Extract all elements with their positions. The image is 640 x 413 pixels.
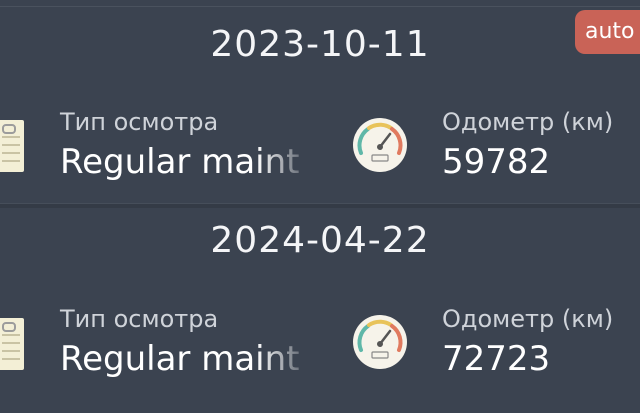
maintenance-record-card[interactable]: 2024-04-22 Тип осмотра Regular maint Одо…	[0, 200, 640, 400]
notepad-icon	[0, 318, 24, 370]
speedometer-icon	[353, 315, 407, 369]
auto-badge[interactable]: auto	[575, 10, 640, 54]
speedometer-icon	[353, 118, 407, 172]
inspection-type-value: Regular maint	[60, 142, 300, 182]
odometer-label: Одометр (км)	[442, 108, 614, 136]
odometer-value: 59782	[442, 142, 551, 182]
odometer-value: 72723	[442, 339, 551, 379]
odometer-label: Одометр (км)	[442, 305, 614, 333]
notepad-icon	[0, 120, 24, 172]
record-date: 2023-10-11	[210, 24, 430, 65]
maintenance-record-card[interactable]: 2023-10-11 Тип осмотра Regular maint Одо…	[0, 0, 640, 200]
record-date: 2024-04-22	[210, 220, 430, 261]
maintenance-history-page: 2023-10-11 Тип осмотра Regular maint Одо…	[0, 0, 640, 413]
inspection-type-value: Regular maint	[60, 339, 300, 379]
inspection-type-label: Тип осмотра	[60, 108, 219, 136]
inspection-type-label: Тип осмотра	[60, 305, 219, 333]
